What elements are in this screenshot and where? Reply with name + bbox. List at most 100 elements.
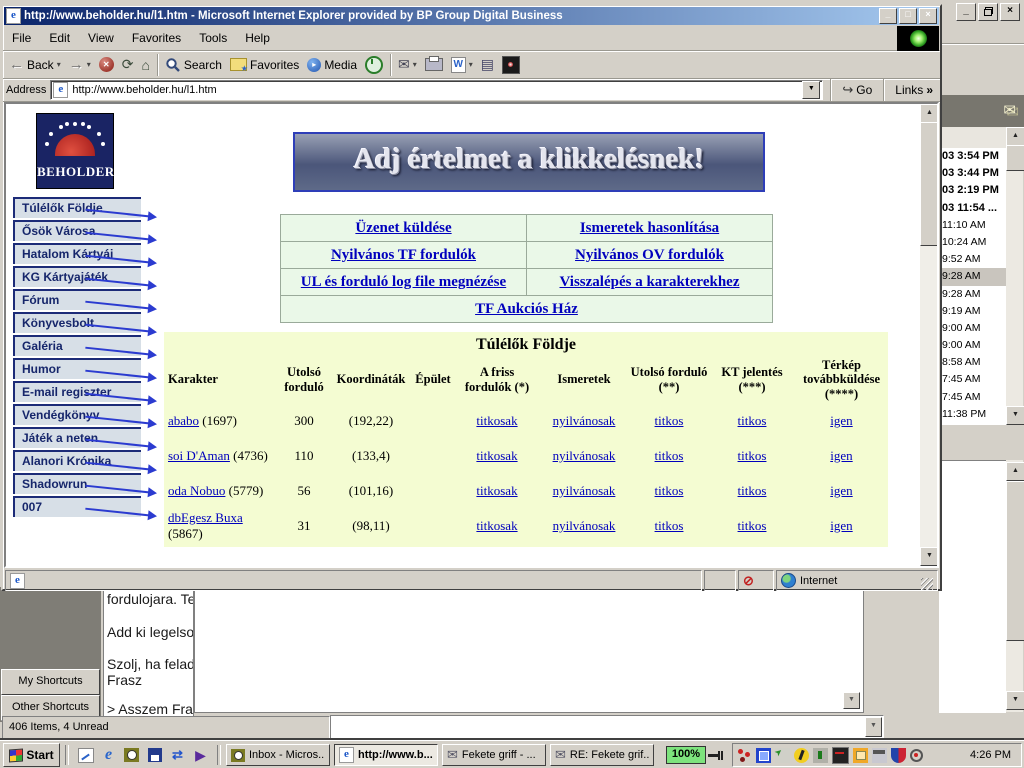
- fresh-link[interactable]: titkosak: [476, 413, 517, 428]
- chevron-down-icon[interactable]: ▾: [413, 60, 417, 69]
- sidebar-item-humor[interactable]: Humor: [13, 358, 141, 379]
- scroll-thumb[interactable]: [1006, 145, 1024, 171]
- sidebar-item-jatek-a-neten[interactable]: Játék a neten: [13, 427, 141, 448]
- scroll-down-button[interactable]: ▼: [843, 692, 860, 709]
- back-button[interactable]: ← Back ▾: [5, 53, 65, 77]
- scroll-down-button[interactable]: ▼: [1006, 406, 1024, 425]
- list-item[interactable]: 9:00 AM: [940, 337, 1006, 354]
- list-item[interactable]: 03 2:19 PM: [940, 182, 1006, 199]
- menu-file[interactable]: File: [3, 31, 40, 45]
- sync-tray-icon[interactable]: [775, 748, 790, 763]
- scroll-up-button[interactable]: ▲: [920, 104, 939, 123]
- sidebar-item-tulelok-foldje[interactable]: Túlélők Földje: [13, 197, 141, 218]
- menu-view[interactable]: View: [79, 31, 123, 45]
- character-link[interactable]: dbEgesz Buxa: [168, 510, 243, 525]
- scroll-thumb[interactable]: [1006, 481, 1024, 641]
- chevron-down-icon[interactable]: ▾: [469, 60, 473, 69]
- kt-link[interactable]: titkos: [738, 483, 767, 498]
- link-ul-log-file[interactable]: UL és forduló log file megnézése: [301, 274, 506, 290]
- sidebar-item-osok-varosa[interactable]: Ősök Városa: [13, 220, 141, 241]
- lastturn-link[interactable]: titkos: [655, 518, 684, 533]
- ie-titlebar[interactable]: e http://www.beholder.hu/l1.htm - Micros…: [4, 7, 939, 25]
- stop-button[interactable]: ✕: [95, 53, 118, 77]
- list-item[interactable]: 7:45 AM: [940, 389, 1006, 406]
- knowledge-link[interactable]: nyilvánosak: [553, 448, 616, 463]
- knowledge-link[interactable]: nyilvánosak: [553, 483, 616, 498]
- menu-favorites[interactable]: Favorites: [123, 31, 190, 45]
- knowledge-link[interactable]: nyilvánosak: [553, 413, 616, 428]
- address-dropdown-button[interactable]: ▼: [802, 81, 820, 99]
- outlook-pane-scrollbar[interactable]: ▲ ▼: [1006, 460, 1023, 712]
- outlook-minimize-button[interactable]: _: [956, 3, 976, 21]
- character-link[interactable]: soi D'Aman: [168, 448, 230, 463]
- sidebar-item-shadowrun[interactable]: Shadowrun: [13, 473, 141, 494]
- antivirus-tray-icon[interactable]: [891, 748, 906, 763]
- search-tray-icon[interactable]: [910, 749, 923, 762]
- launch-ie-icon[interactable]: e: [100, 747, 117, 764]
- favorites-button[interactable]: Favorites: [226, 53, 303, 77]
- lastturn-link[interactable]: titkos: [655, 413, 684, 428]
- my-shortcuts-button[interactable]: My Shortcuts: [1, 669, 100, 695]
- list-item[interactable]: 03 3:44 PM: [940, 165, 1006, 182]
- chevron-down-icon[interactable]: ▾: [87, 60, 91, 69]
- list-item[interactable]: 9:00 AM: [940, 320, 1006, 337]
- banner-ad[interactable]: Adj értelmet a klikkelésnek!: [293, 132, 765, 192]
- outlook-list-header[interactable]: [940, 127, 1006, 149]
- menu-help[interactable]: Help: [236, 31, 279, 45]
- link-visszalepes[interactable]: Visszalépés a karakterekhez: [560, 274, 740, 290]
- scroll-down-button[interactable]: ▼: [1006, 691, 1024, 710]
- address-input[interactable]: e http://www.beholder.hu/l1.htm ▼: [50, 80, 823, 100]
- edit-button[interactable]: W ▾: [447, 53, 477, 77]
- list-item[interactable]: 9:52 AM: [940, 251, 1006, 268]
- link-nyilvanos-tf-fordulok[interactable]: Nyilvános TF fordulók: [331, 247, 476, 263]
- updates-tray-icon[interactable]: [813, 748, 828, 763]
- task-message-2[interactable]: ✉ RE: Fekete grif...: [550, 744, 654, 766]
- sidebar-item-email-regiszter[interactable]: E-mail regiszter: [13, 381, 141, 402]
- list-item[interactable]: 8:58 AM: [940, 354, 1006, 371]
- task-inbox[interactable]: Inbox - Micros...: [226, 744, 330, 766]
- messenger-tray-icon[interactable]: [794, 748, 809, 763]
- sidebar-item-konyvesbolt[interactable]: Könyvesbolt: [13, 312, 141, 333]
- ie-close-button[interactable]: ×: [919, 8, 937, 24]
- outlook-list-scrollbar[interactable]: ▲ ▼: [1006, 127, 1023, 425]
- list-item[interactable]: 9:19 AM: [940, 303, 1006, 320]
- list-item[interactable]: 11:10 AM: [940, 217, 1006, 234]
- sidebar-item-forum[interactable]: Fórum: [13, 289, 141, 310]
- history-button[interactable]: [361, 53, 387, 77]
- forward-button[interactable]: → ▾: [65, 53, 95, 77]
- list-item[interactable]: 03 11:54 ...: [940, 200, 1006, 217]
- ie-minimize-button[interactable]: _: [879, 8, 897, 24]
- sidebar-item-galeria[interactable]: Galéria: [13, 335, 141, 356]
- folder-tray-icon[interactable]: [853, 748, 868, 763]
- task-ie-active[interactable]: e http://www.b...: [334, 744, 438, 766]
- privacy-report-icon[interactable]: ⊘: [743, 573, 754, 589]
- character-link[interactable]: oda Nobuo: [168, 483, 225, 498]
- print-button[interactable]: [421, 53, 447, 77]
- kt-link[interactable]: titkos: [738, 518, 767, 533]
- kt-link[interactable]: titkos: [738, 448, 767, 463]
- discuss-button[interactable]: ▤: [477, 53, 498, 77]
- sidebar-item-kg-kartyajatek[interactable]: KG Kártyajáték: [13, 266, 141, 287]
- scroll-up-button[interactable]: ▲: [1006, 462, 1024, 481]
- search-button[interactable]: Search: [161, 53, 226, 77]
- display-tray-icon[interactable]: [756, 748, 771, 763]
- link-tf-aukcios-haz[interactable]: TF Aukciós Ház: [475, 301, 578, 317]
- fresh-link[interactable]: titkosak: [476, 483, 517, 498]
- plugin-button[interactable]: [498, 53, 524, 77]
- launch-sync-icon[interactable]: ⇄: [169, 747, 186, 764]
- kt-link[interactable]: titkos: [738, 413, 767, 428]
- map-link[interactable]: igen: [830, 413, 852, 428]
- scroll-down-button[interactable]: ▼: [920, 547, 939, 566]
- start-button[interactable]: Start: [3, 743, 60, 767]
- lastturn-link[interactable]: titkos: [655, 448, 684, 463]
- list-item-selected[interactable]: 9:28 AM: [940, 268, 1006, 285]
- sidebar-item-hatalom-kartyai[interactable]: Hatalom Kártyái: [13, 243, 141, 264]
- monitor-tray-icon[interactable]: [832, 747, 849, 764]
- outlook-restore-button[interactable]: [978, 3, 998, 21]
- go-button[interactable]: ↪ Go: [838, 78, 876, 102]
- lastturn-link[interactable]: titkos: [655, 483, 684, 498]
- printer-tray-icon[interactable]: [872, 748, 887, 763]
- launch-media-player-icon[interactable]: ▶: [192, 747, 209, 764]
- taskbar-clock[interactable]: 4:26 PM: [970, 749, 1017, 761]
- character-link[interactable]: ababo: [168, 413, 199, 428]
